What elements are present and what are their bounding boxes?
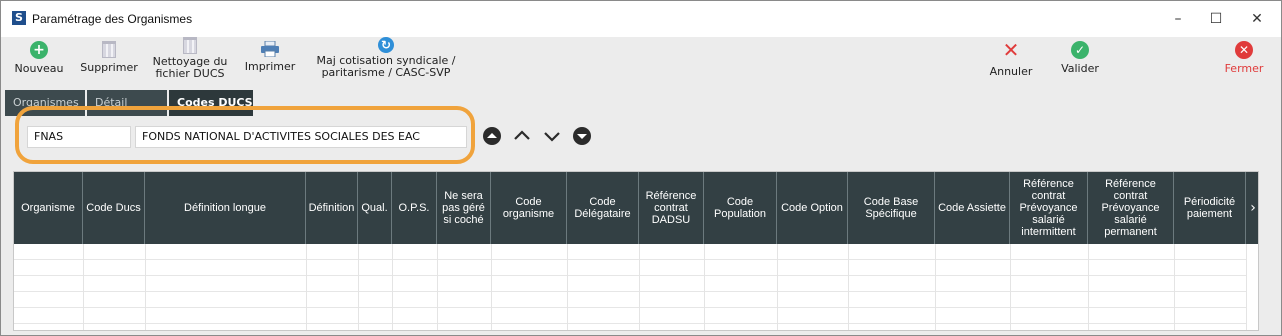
column-divider — [358, 244, 359, 330]
column-header-ref-prevoyance-intermittent[interactable]: Référence contrat Prévoyance salarié int… — [1010, 172, 1088, 244]
organisme-code-field[interactable]: FNAS — [27, 126, 131, 148]
app-icon: S — [12, 11, 26, 25]
table-row[interactable] — [14, 292, 1246, 308]
column-header-code-ducs[interactable]: Code Ducs — [83, 172, 145, 244]
annuler-label: Annuler — [989, 65, 1033, 78]
trash-icon — [102, 41, 116, 58]
scroll-right-icon[interactable]: › — [1246, 172, 1258, 244]
supprimer-label: Supprimer — [80, 61, 138, 74]
fermer-label: Fermer — [1224, 62, 1264, 75]
trash-icon — [183, 37, 197, 54]
column-divider — [145, 244, 146, 330]
maj-label-line2: paritarisme / CASC-SVP — [321, 66, 451, 79]
column-divider — [1088, 244, 1089, 330]
column-header-code-base-specifique[interactable]: Code Base Spécifique — [848, 172, 935, 244]
maj-cotisation-button[interactable]: ↻ Maj cotisation syndicale / paritarisme… — [311, 37, 461, 87]
nettoyage-ducs-button[interactable]: Nettoyage du fichier DUCS — [149, 37, 231, 87]
column-header-ops[interactable]: O.P.S. — [392, 172, 437, 244]
refresh-icon: ↻ — [378, 37, 394, 53]
column-divider — [567, 244, 568, 330]
next-record-icon[interactable] — [542, 126, 562, 146]
column-divider — [935, 244, 936, 330]
column-header-definition-longue[interactable]: Définition longue — [145, 172, 306, 244]
column-divider — [704, 244, 705, 330]
column-divider — [306, 244, 307, 330]
column-header-code-option[interactable]: Code Option — [777, 172, 848, 244]
column-header-code-assiette[interactable]: Code Assiette — [935, 172, 1010, 244]
window-close-button[interactable]: ✕ — [1242, 7, 1272, 31]
column-header-code-delegataire[interactable]: Code Délégataire — [567, 172, 639, 244]
column-header-code-population[interactable]: Code Population — [704, 172, 777, 244]
column-divider — [848, 244, 849, 330]
nouveau-button[interactable]: + Nouveau — [13, 37, 65, 87]
previous-record-icon[interactable] — [512, 126, 532, 146]
check-circle-icon: ✓ — [1071, 41, 1089, 59]
column-header-periodicite-paiement[interactable]: Périodicité paiement — [1174, 172, 1246, 244]
title-bar: S Paramétrage des Organismes – ☐ ✕ — [1, 1, 1281, 37]
column-header-ref-prevoyance-permanent[interactable]: Référence contrat Prévoyance salarié per… — [1088, 172, 1174, 244]
column-header-definition[interactable]: Définition — [306, 172, 358, 244]
valider-label: Valider — [1061, 62, 1099, 75]
column-divider — [639, 244, 640, 330]
ducs-codes-table[interactable]: Organisme Code Ducs Définition longue Dé… — [13, 171, 1259, 331]
red-x-icon: ✕ — [1002, 38, 1020, 62]
imprimer-label: Imprimer — [244, 60, 296, 73]
column-divider — [392, 244, 393, 330]
maximize-button[interactable]: ☐ — [1201, 7, 1231, 31]
column-divider — [1246, 244, 1247, 330]
table-body — [14, 244, 1247, 330]
first-record-icon[interactable] — [482, 126, 502, 146]
column-divider — [491, 244, 492, 330]
column-header-organisme[interactable]: Organisme — [14, 172, 83, 244]
column-header-qual[interactable]: Qual. — [358, 172, 392, 244]
column-divider — [1010, 244, 1011, 330]
window: S Paramétrage des Organismes – ☐ ✕ + Nou… — [0, 0, 1282, 336]
printer-icon — [261, 41, 279, 57]
close-circle-icon: ✕ — [1235, 41, 1253, 59]
column-header-code-organisme[interactable]: Code organisme — [491, 172, 567, 244]
toolbar: + Nouveau Supprimer Nettoyage du fichier… — [1, 37, 1281, 87]
organisme-description-field[interactable]: FONDS NATIONAL D'ACTIVITES SOCIALES DES … — [135, 126, 467, 148]
column-divider — [1174, 244, 1175, 330]
plus-circle-icon: + — [30, 41, 48, 59]
table-row[interactable] — [14, 308, 1246, 324]
last-record-icon[interactable] — [572, 126, 592, 146]
column-divider — [437, 244, 438, 330]
table-row[interactable] — [14, 244, 1246, 260]
column-divider — [777, 244, 778, 330]
valider-button[interactable]: ✓ Valider — [1053, 37, 1107, 87]
annuler-button[interactable]: ✕ Annuler — [984, 37, 1038, 87]
column-header-ne-sera-pas-gere[interactable]: Ne sera pas géré si coché — [437, 172, 491, 244]
table-row[interactable] — [14, 260, 1246, 276]
column-header-reference-contrat-dadsu[interactable]: Référence contrat DADSU — [639, 172, 704, 244]
supprimer-button[interactable]: Supprimer — [78, 37, 140, 87]
column-divider — [83, 244, 84, 330]
fermer-button[interactable]: ✕ Fermer — [1219, 37, 1269, 87]
nettoyage-label-line2: fichier DUCS — [155, 67, 225, 80]
minimize-button[interactable]: – — [1163, 7, 1193, 31]
nouveau-label: Nouveau — [14, 62, 64, 75]
table-row[interactable] — [14, 276, 1246, 292]
imprimer-button[interactable]: Imprimer — [241, 37, 299, 87]
window-title: Paramétrage des Organismes — [32, 12, 193, 26]
